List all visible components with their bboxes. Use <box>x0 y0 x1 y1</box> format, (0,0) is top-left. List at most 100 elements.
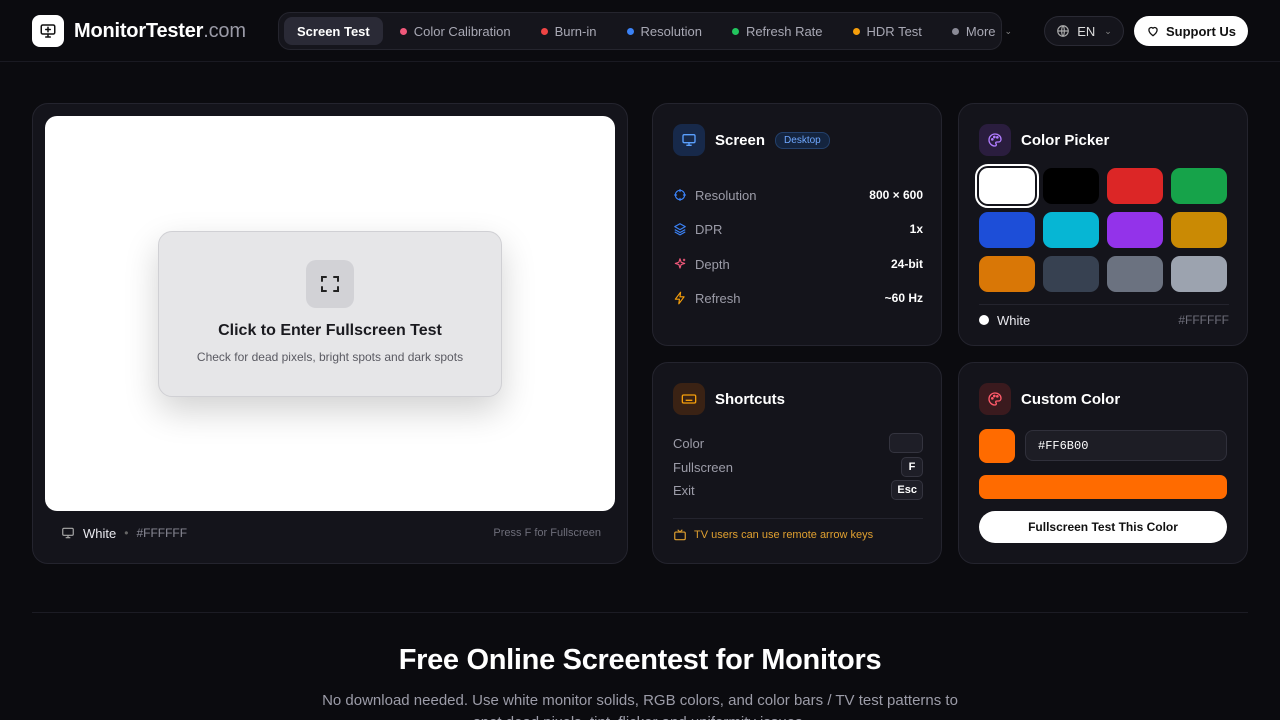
tv-note-text: TV users can use remote arrow keys <box>694 529 874 541</box>
color-preview-area[interactable]: Click to Enter Fullscreen Test Check for… <box>45 116 615 511</box>
globe-icon <box>1057 25 1070 37</box>
blue-dot-icon <box>626 27 634 35</box>
swatch-dark-gray[interactable] <box>1043 256 1099 292</box>
nav-label: Burn-in <box>554 23 597 39</box>
green-dot-icon <box>731 27 739 35</box>
spec-value: ~60 Hz <box>884 291 923 305</box>
shortcuts-title: Shortcuts <box>715 390 786 408</box>
spec-row-dpr: DPR 1x <box>673 220 923 238</box>
sparkle-icon <box>674 258 686 269</box>
swatch-light-gray[interactable] <box>1171 256 1227 292</box>
layers-icon <box>674 223 686 236</box>
pink-dot-icon <box>399 27 407 35</box>
swatch-purple[interactable] <box>1107 212 1163 248</box>
preview-footer: White • #FFFFFF Press F for Fullscreen <box>61 523 601 543</box>
support-label: Support Us <box>1165 23 1237 39</box>
shortcut-key-fullscreen: F <box>901 457 923 477</box>
nav-burn-in[interactable]: Burn-in <box>528 17 610 45</box>
heart-icon <box>1148 26 1158 37</box>
divider <box>673 518 923 519</box>
nav-label: Screen Test <box>297 23 370 39</box>
shortcut-label: Exit <box>673 482 695 498</box>
swatch-orange[interactable] <box>979 256 1035 292</box>
nav-hdr-test[interactable]: HDR Test <box>840 17 935 45</box>
enter-fullscreen-card[interactable]: Click to Enter Fullscreen Test Check for… <box>158 231 502 397</box>
swatch-gray[interactable] <box>1107 256 1163 292</box>
button-label: Fullscreen Test This Color <box>1028 520 1178 534</box>
gray-dot-icon <box>951 27 959 35</box>
nav-screen-test[interactable]: Screen Test <box>284 17 383 45</box>
hero-subtitle: No download needed. Use white monitor so… <box>322 692 958 720</box>
nav-more[interactable]: More ⌄ <box>939 17 1025 45</box>
picker-header: Color Picker <box>979 124 1109 156</box>
fullscreen-title: Click to Enter Fullscreen Test <box>218 322 442 339</box>
main-nav: Screen Test Color Calibration Burn-in Re… <box>278 12 1012 50</box>
shortcut-row-fullscreen: Fullscreen F <box>673 456 923 478</box>
nav-label: Resolution <box>640 23 702 39</box>
custom-color-preview-bar <box>979 475 1227 499</box>
monitor-icon <box>673 124 705 156</box>
spec-label: Resolution <box>695 187 757 203</box>
custom-title: Custom Color <box>1021 390 1121 408</box>
hero-title: Free Online Screentest for Monitors <box>398 644 882 676</box>
logo-text: MonitorTester.com <box>74 20 246 43</box>
spec-label: DPR <box>695 221 723 237</box>
top-header: MonitorTester.com Screen Test Color Cali… <box>0 0 1280 62</box>
logo-main: MonitorTester <box>74 19 204 42</box>
language-selector[interactable]: EN ⌄ <box>1044 16 1124 46</box>
swatch-gold[interactable] <box>1171 212 1227 248</box>
language-label: EN <box>1077 23 1096 39</box>
swatch-cyan[interactable] <box>1043 212 1099 248</box>
shortcut-label: Fullscreen <box>673 459 733 475</box>
keyboard-icon <box>673 383 705 415</box>
spec-value: 24-bit <box>890 257 923 271</box>
screen-title: Screen <box>715 131 766 149</box>
nav-resolution[interactable]: Resolution <box>614 17 715 45</box>
orange-dot-icon <box>852 27 860 35</box>
preview-panel: Click to Enter Fullscreen Test Check for… <box>32 103 628 564</box>
nav-label: Refresh Rate <box>745 23 823 39</box>
shortcuts-panel: Shortcuts Color Fullscreen F Exit Esc TV… <box>652 362 942 564</box>
swatch-black[interactable] <box>1043 168 1099 204</box>
monitor-icon <box>62 527 74 539</box>
custom-color-swatch[interactable] <box>979 429 1015 463</box>
shortcut-label: Color <box>673 435 705 451</box>
site-logo[interactable]: MonitorTester.com <box>32 15 246 47</box>
spec-label: Depth <box>695 256 730 272</box>
shortcut-row-color: Color <box>673 432 923 454</box>
fullscreen-subtitle: Check for dead pixels, bright spots and … <box>196 350 464 364</box>
selected-color-info: White #FFFFFF <box>979 310 1229 330</box>
nav-refresh-rate[interactable]: Refresh Rate <box>719 17 836 45</box>
hex-color-input[interactable] <box>1025 430 1227 461</box>
fullscreen-icon <box>306 260 354 308</box>
shortcut-key-exit: Esc <box>891 480 923 500</box>
swatch-blue[interactable] <box>979 212 1035 248</box>
divider <box>979 304 1229 305</box>
preview-separator: • <box>124 526 129 540</box>
shortcut-row-exit: Exit Esc <box>673 479 923 501</box>
crosshair-icon <box>674 189 686 201</box>
picker-title: Color Picker <box>1021 131 1110 149</box>
tv-note: TV users can use remote arrow keys <box>673 528 873 542</box>
spec-row-resolution: Resolution 800 × 600 <box>673 186 923 204</box>
screen-header: Screen Desktop <box>673 124 830 156</box>
custom-color-panel: Custom Color Fullscreen Test This Color <box>958 362 1248 564</box>
nav-label: Color Calibration <box>413 23 511 39</box>
chevron-down-icon: ⌄ <box>1104 25 1112 36</box>
swatch-white[interactable] <box>975 164 1039 208</box>
swatch-red[interactable] <box>1107 168 1163 204</box>
screen-info-panel: Screen Desktop Resolution 800 × 600 DPR … <box>652 103 942 346</box>
selected-color-name: White <box>997 312 1031 328</box>
nav-label: HDR Test <box>866 23 922 39</box>
nav-color-calibration[interactable]: Color Calibration <box>387 17 524 45</box>
selected-color-hex: #FFFFFF <box>1178 313 1229 327</box>
swatch-green[interactable] <box>1171 168 1227 204</box>
support-button[interactable]: Support Us <box>1134 16 1248 46</box>
chevron-down-icon: ⌄ <box>1004 25 1013 36</box>
spec-value: 1x <box>909 222 923 236</box>
spec-row-depth: Depth 24-bit <box>673 255 923 273</box>
section-divider <box>32 612 1248 613</box>
red-dot-icon <box>540 27 548 35</box>
shortcuts-header: Shortcuts <box>673 383 785 415</box>
fullscreen-test-color-button[interactable]: Fullscreen Test This Color <box>979 511 1227 543</box>
